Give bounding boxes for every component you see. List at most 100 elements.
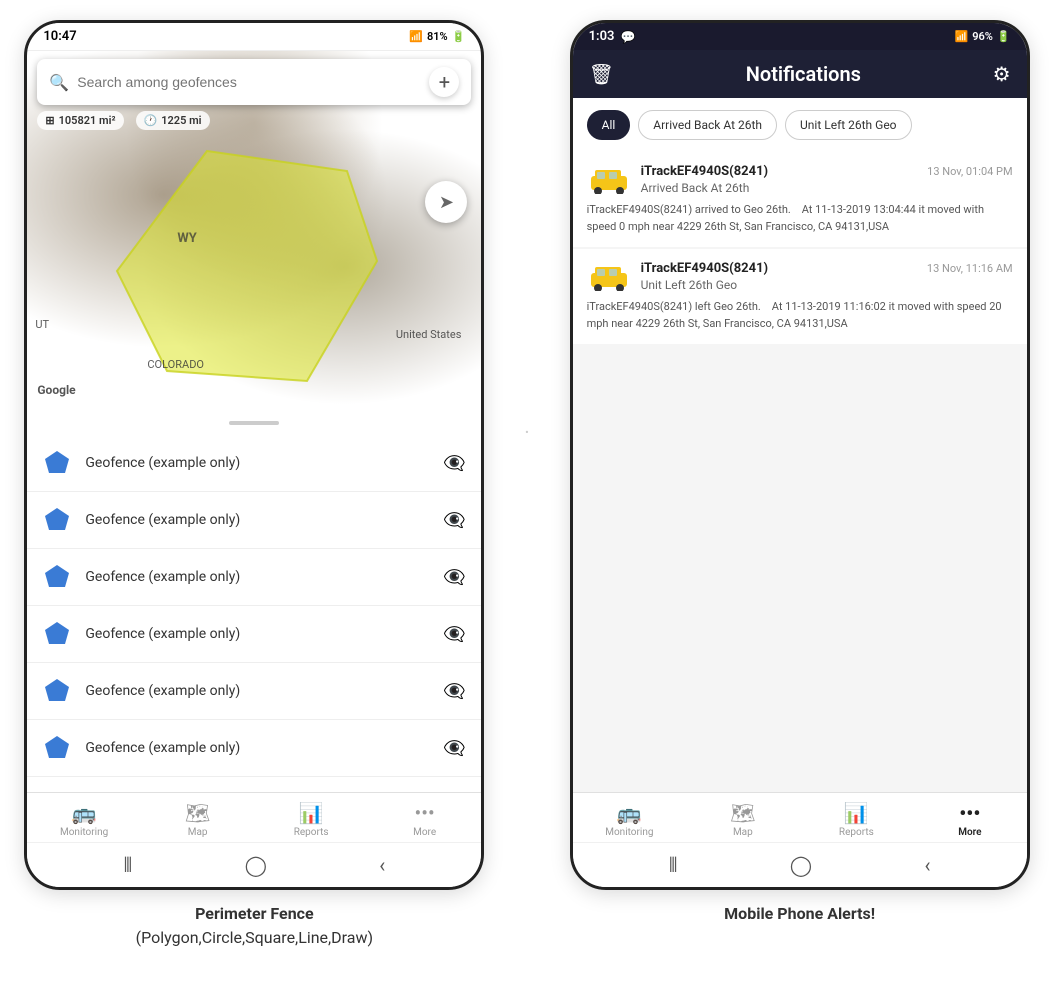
- nav-reports[interactable]: 📊 Reports: [284, 801, 339, 838]
- home-button[interactable]: ◯: [245, 853, 267, 877]
- nav-map-label-right: Map: [733, 827, 753, 838]
- chat-icon: 💬: [620, 30, 635, 44]
- back-button[interactable]: ‹: [379, 853, 385, 877]
- right-phone: 1:03 💬 📶 96% 🔋 🗑 Notifications ⚙ All Arr…: [570, 20, 1030, 890]
- left-phone: 10:47 📶 81% 🔋 🔍 +: [24, 20, 484, 890]
- car-avatar: [587, 164, 631, 196]
- filter-tab-left[interactable]: Unit Left 26th Geo: [785, 110, 912, 140]
- notification-event: Arrived Back At 26th: [641, 181, 1013, 195]
- notification-body: iTrackEF4940S(8241) left Geo 26th. At 11…: [587, 299, 1013, 332]
- left-status-icons: 📶 81% 🔋: [409, 30, 465, 43]
- system-nav-right: ⦀ ◯ ‹: [573, 842, 1027, 887]
- nav-more-label: More: [413, 827, 436, 838]
- map-container[interactable]: 🔍 + ⊞ 105821 mi² 🕐 1225 mi ➤ WY United S…: [27, 51, 481, 411]
- trash-icon[interactable]: 🗑: [589, 62, 614, 86]
- list-item[interactable]: Geofence (example only) 👁‍🗨: [27, 435, 481, 492]
- list-item[interactable]: Geofence (example only) 👁‍🗨: [27, 663, 481, 720]
- right-battery: 96%: [972, 30, 993, 43]
- map-stats: ⊞ 105821 mi² 🕐 1225 mi: [37, 111, 209, 130]
- nav-more[interactable]: ••• More: [397, 801, 452, 838]
- signal-icon: 📶: [955, 30, 969, 43]
- geofence-icon: [43, 734, 71, 762]
- reports-icon-right: 📊: [844, 801, 869, 825]
- eye-off-icon[interactable]: 👁‍🗨: [443, 738, 465, 759]
- empty-area: [573, 346, 1027, 646]
- list-item[interactable]: Geofence (example only) 👁‍🗨: [27, 492, 481, 549]
- eye-off-icon[interactable]: 👁‍🗨: [443, 681, 465, 702]
- geofence-icon: [43, 620, 71, 648]
- notif-card-header: iTrackEF4940S(8241) 13 Nov, 01:04 PM Arr…: [587, 164, 1013, 196]
- search-icon: 🔍: [49, 73, 69, 92]
- home-button-right[interactable]: ◯: [790, 853, 812, 877]
- notifications-list: iTrackEF4940S(8241) 13 Nov, 01:04 PM Arr…: [573, 152, 1027, 792]
- settings-icon[interactable]: ⚙: [993, 62, 1011, 86]
- notification-header: 🗑 Notifications ⚙: [573, 50, 1027, 98]
- list-item[interactable]: Geofence (example only) 👁‍🗨: [27, 720, 481, 777]
- geofence-name: Geofence (example only): [85, 740, 429, 756]
- geofence-icon: [43, 506, 71, 534]
- recent-apps-button-right[interactable]: ⦀: [669, 853, 678, 877]
- wifi-icon: 📶: [409, 30, 423, 43]
- nav-more-label-right: More: [958, 827, 981, 838]
- eye-off-icon[interactable]: 👁‍🗨: [443, 624, 465, 645]
- notif-meta: iTrackEF4940S(8241) 13 Nov, 01:04 PM Arr…: [641, 164, 1013, 195]
- notif-meta: iTrackEF4940S(8241) 13 Nov, 11:16 AM Uni…: [641, 261, 1013, 292]
- notification-body: iTrackEF4940S(8241) arrived to Geo 26th.…: [587, 202, 1013, 235]
- notifications-title: Notifications: [746, 62, 861, 86]
- geofence-name: Geofence (example only): [85, 455, 429, 471]
- nav-monitoring-label: Monitoring: [60, 827, 108, 838]
- notification-timestamp: 13 Nov, 11:16 AM: [927, 262, 1013, 275]
- monitoring-icon: 🚌: [72, 801, 97, 825]
- car-avatar: [587, 261, 631, 293]
- geofence-name: Geofence (example only): [85, 683, 429, 699]
- right-phone-wrapper: 1:03 💬 📶 96% 🔋 🗑 Notifications ⚙ All Arr…: [570, 20, 1030, 926]
- car-icon: [587, 166, 631, 194]
- geofence-icon: [43, 677, 71, 705]
- left-phone-wrapper: 10:47 📶 81% 🔋 🔍 +: [24, 20, 484, 950]
- right-caption: Mobile Phone Alerts!: [724, 902, 875, 926]
- area-value: 105821 mi²: [59, 114, 116, 127]
- area-stat: ⊞ 105821 mi²: [37, 111, 123, 130]
- nav-map-right[interactable]: 🗺 Map: [715, 801, 770, 838]
- nav-more-right[interactable]: ••• More: [942, 801, 997, 838]
- more-icon: •••: [415, 801, 435, 825]
- eye-off-icon[interactable]: 👁‍🗨: [443, 510, 465, 531]
- scroll-indicator: [229, 421, 279, 425]
- geofence-name: Geofence (example only): [85, 512, 429, 528]
- nav-map[interactable]: 🗺 Map: [170, 801, 225, 838]
- back-button-right[interactable]: ‹: [924, 853, 930, 877]
- notification-timestamp: 13 Nov, 01:04 PM: [927, 165, 1012, 178]
- list-item[interactable]: Geofence (example only) 👁‍🗨: [27, 549, 481, 606]
- filter-tab-all[interactable]: All: [587, 110, 631, 140]
- left-caption: Perimeter Fence (Polygon,Circle,Square,L…: [136, 902, 373, 950]
- car-icon: [587, 263, 631, 291]
- recent-apps-button[interactable]: ⦀: [124, 853, 133, 877]
- geofence-icon: [43, 449, 71, 477]
- nav-reports-right[interactable]: 📊 Reports: [829, 801, 884, 838]
- nav-monitoring-right[interactable]: 🚌 Monitoring: [602, 801, 657, 838]
- notif-card-header: iTrackEF4940S(8241) 13 Nov, 11:16 AM Uni…: [587, 261, 1013, 293]
- nav-monitoring[interactable]: 🚌 Monitoring: [57, 801, 112, 838]
- search-input[interactable]: [77, 74, 421, 90]
- distance-value: 1225 mi: [161, 114, 201, 127]
- device-name: iTrackEF4940S(8241): [641, 261, 769, 276]
- reports-icon: 📊: [299, 801, 324, 825]
- bottom-nav-right: 🚌 Monitoring 🗺 Map 📊 Reports ••• More: [573, 792, 1027, 842]
- notification-event: Unit Left 26th Geo: [641, 278, 1013, 292]
- google-logo: Google: [37, 383, 75, 397]
- notification-card[interactable]: iTrackEF4940S(8241) 13 Nov, 11:16 AM Uni…: [573, 249, 1027, 344]
- geofence-icon: [43, 563, 71, 591]
- area-icon: ⊞: [45, 114, 54, 127]
- right-time: 1:03: [589, 29, 615, 44]
- notification-card[interactable]: iTrackEF4940S(8241) 13 Nov, 01:04 PM Arr…: [573, 152, 1027, 247]
- map-label-co: COLORADO: [147, 358, 204, 371]
- left-status-bar: 10:47 📶 81% 🔋: [27, 23, 481, 51]
- eye-off-icon[interactable]: 👁‍🗨: [443, 567, 465, 588]
- eye-off-icon[interactable]: 👁‍🗨: [443, 453, 465, 474]
- add-geofence-button[interactable]: +: [429, 67, 459, 97]
- divider: ·: [524, 420, 529, 444]
- search-bar[interactable]: 🔍 +: [37, 59, 471, 105]
- filter-tab-arrived[interactable]: Arrived Back At 26th: [638, 110, 777, 140]
- distance-stat: 🕐 1225 mi: [136, 111, 210, 130]
- list-item[interactable]: Geofence (example only) 👁‍🗨: [27, 606, 481, 663]
